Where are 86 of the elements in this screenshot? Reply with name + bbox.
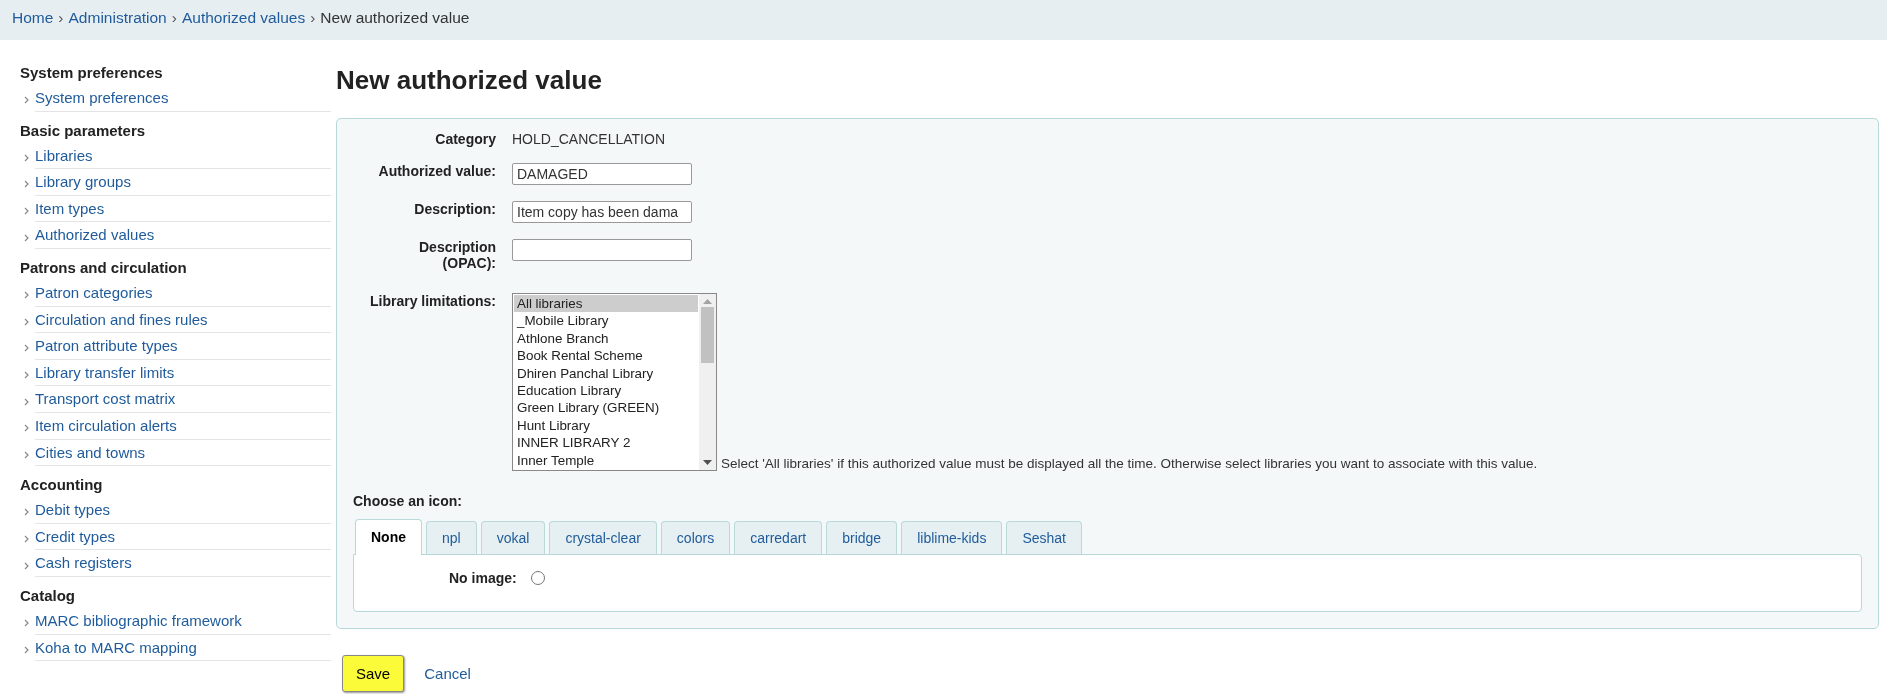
page-title: New authorized value xyxy=(336,65,603,96)
library-option[interactable]: Hunt Library xyxy=(514,416,698,435)
field-label: Description: xyxy=(414,201,496,217)
sidebar-link[interactable]: Library transfer limits xyxy=(35,359,331,387)
icon-set-tab[interactable]: carredart xyxy=(734,521,823,554)
category-value: HOLD_CANCELLATION xyxy=(512,131,665,147)
sidebar-link[interactable]: Cash registers xyxy=(35,550,331,577)
text-field[interactable]: DAMAGED xyxy=(512,163,692,185)
icon-set-tab[interactable]: None xyxy=(355,519,422,555)
sidebar-link[interactable]: Patron attribute types xyxy=(35,333,331,360)
field-label: Library limitations: xyxy=(369,293,496,309)
chevron-icon xyxy=(24,450,30,459)
field-label: Description (OPAC): xyxy=(418,239,496,271)
sidebar-link[interactable]: Transport cost matrix xyxy=(35,386,331,413)
sidebar-heading: Accounting xyxy=(20,475,104,496)
sidebar-link[interactable]: Debit types xyxy=(35,497,331,524)
text-field[interactable]: Item copy has been dama xyxy=(512,201,692,223)
chevron-icon xyxy=(24,344,30,353)
library-option[interactable]: Education Library xyxy=(514,382,698,400)
save-button[interactable]: Save xyxy=(342,655,405,692)
breadcrumb-separator: › xyxy=(310,9,316,26)
sidebar-link[interactable]: Item types xyxy=(35,195,331,223)
chevron-icon xyxy=(24,535,30,543)
chevron-icon xyxy=(24,153,30,162)
sidebar-heading: System preferences xyxy=(20,63,164,83)
scroll-up-arrow-icon[interactable] xyxy=(703,298,712,304)
library-option[interactable]: Athlone Branch xyxy=(514,329,698,348)
icon-set-tab[interactable]: colors xyxy=(660,521,731,554)
sidebar-link[interactable]: Credit types xyxy=(35,523,331,551)
sidebar-link[interactable]: Koha to MARC mapping xyxy=(35,634,331,662)
scrollbar-thumb[interactable] xyxy=(701,307,714,363)
chevron-icon xyxy=(24,397,30,406)
icon-set-tab[interactable]: npl xyxy=(426,521,477,554)
field-label: Authorized value: xyxy=(378,163,496,179)
sidebar-link[interactable]: Patron categories xyxy=(35,279,331,307)
library-option[interactable]: All libraries xyxy=(514,295,698,313)
sidebar-link[interactable]: System preferences xyxy=(35,85,331,112)
chevron-icon xyxy=(24,317,30,326)
field-label: Category xyxy=(435,131,496,147)
sidebar-heading: Patrons and circulation xyxy=(20,257,188,278)
chevron-icon xyxy=(24,619,30,628)
chevron-icon xyxy=(24,233,30,242)
library-list[interactable]: All libraries _Mobile Library Athlone Branch Book Rental Scheme Dhiren Panchal Library Education Library Green Library (GREEN) Hunt Library INNER LIBRARY 2 Inner Temple xyxy=(512,293,717,471)
icon-set-tab[interactable]: Seshat xyxy=(1006,521,1082,554)
sidebar-link[interactable]: Circulation and fines rules xyxy=(35,306,331,334)
sidebar-link[interactable]: Cities and towns xyxy=(35,439,331,467)
library-option[interactable]: Green Library (GREEN) xyxy=(514,399,698,417)
cancel-link[interactable]: Cancel xyxy=(424,665,471,682)
chevron-icon xyxy=(24,371,30,380)
sidebar-link[interactable]: Libraries xyxy=(35,142,331,170)
sidebar-heading: Catalog xyxy=(20,585,76,606)
sidebar-link[interactable]: MARC bibliographic framework xyxy=(35,607,331,635)
icon-set-tab[interactable]: liblime-kids xyxy=(901,521,1003,554)
chevron-icon xyxy=(24,207,30,216)
chevron-icon xyxy=(24,291,30,300)
breadcrumb-link[interactable]: Administration xyxy=(68,9,167,26)
sidebar-link[interactable]: Authorized values xyxy=(35,222,331,249)
breadcrumb-separator: › xyxy=(171,9,177,26)
radio-button[interactable] xyxy=(530,571,545,585)
scroll-down-arrow-icon[interactable] xyxy=(703,460,712,466)
chevron-icon xyxy=(24,424,30,433)
breadcrumb-separator: › xyxy=(58,9,64,26)
icon-set-tab[interactable]: vokal xyxy=(480,521,546,554)
library-option[interactable]: INNER LIBRARY 2 xyxy=(514,434,698,452)
hint-text: Select 'All libraries' if this authorized value must be displayed all the time. Otherwise select libraries you want to associate with this value. xyxy=(721,456,1538,471)
scrollbar[interactable] xyxy=(699,294,716,470)
library-option[interactable]: Dhiren Panchal Library xyxy=(514,364,698,383)
breadcrumb-current: New authorized value xyxy=(320,9,470,26)
chevron-icon xyxy=(24,645,30,654)
sidebar-heading: Basic parameters xyxy=(20,120,147,141)
breadcrumb-link[interactable]: Authorized values xyxy=(181,9,306,26)
library-option[interactable]: Book Rental Scheme xyxy=(514,347,698,365)
icon-set-tab[interactable]: crystal-clear xyxy=(549,521,657,554)
chevron-icon xyxy=(24,561,30,570)
chevron-icon xyxy=(24,508,30,517)
chevron-icon xyxy=(24,180,30,189)
radio-label: No image: xyxy=(449,570,517,586)
library-option[interactable]: Inner Temple xyxy=(514,451,698,470)
icon-set-tab[interactable]: bridge xyxy=(826,521,898,554)
breadcrumb-link[interactable]: Home xyxy=(12,9,54,26)
sidebar-link[interactable]: Library groups xyxy=(35,169,331,196)
section-label: Choose an icon: xyxy=(353,493,463,509)
library-option[interactable]: _Mobile Library xyxy=(514,312,698,330)
sidebar-link[interactable]: Item circulation alerts xyxy=(35,412,331,440)
chevron-icon xyxy=(24,96,30,105)
text-field[interactable] xyxy=(512,239,692,261)
